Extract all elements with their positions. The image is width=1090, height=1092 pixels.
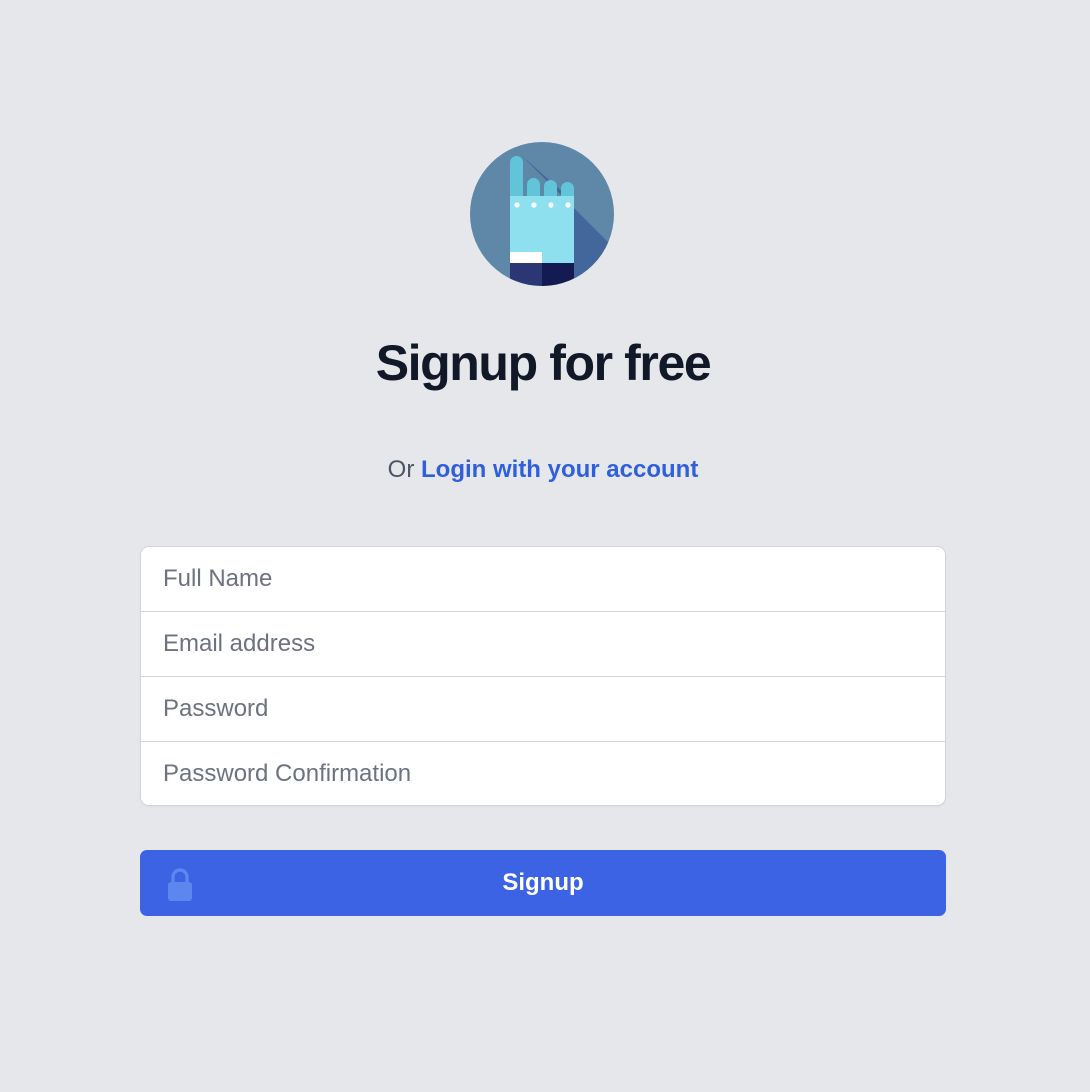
login-prompt: Or Login with your account <box>140 452 946 488</box>
logo <box>470 142 614 286</box>
page-title: Signup for free <box>375 335 712 391</box>
email-input[interactable] <box>141 612 945 677</box>
full-name-input[interactable] <box>141 547 945 612</box>
signup-button-label: Signup <box>502 869 584 896</box>
raised-hand-index-finger-icon <box>470 142 614 286</box>
login-prompt-prefix: Or <box>387 456 415 483</box>
password-confirmation-input[interactable] <box>141 742 945 805</box>
lock-icon <box>168 868 192 901</box>
signup-form <box>140 546 946 806</box>
signup-button[interactable]: Signup <box>140 850 946 916</box>
password-input[interactable] <box>141 677 945 742</box>
login-link[interactable]: Login with your account <box>421 456 698 483</box>
